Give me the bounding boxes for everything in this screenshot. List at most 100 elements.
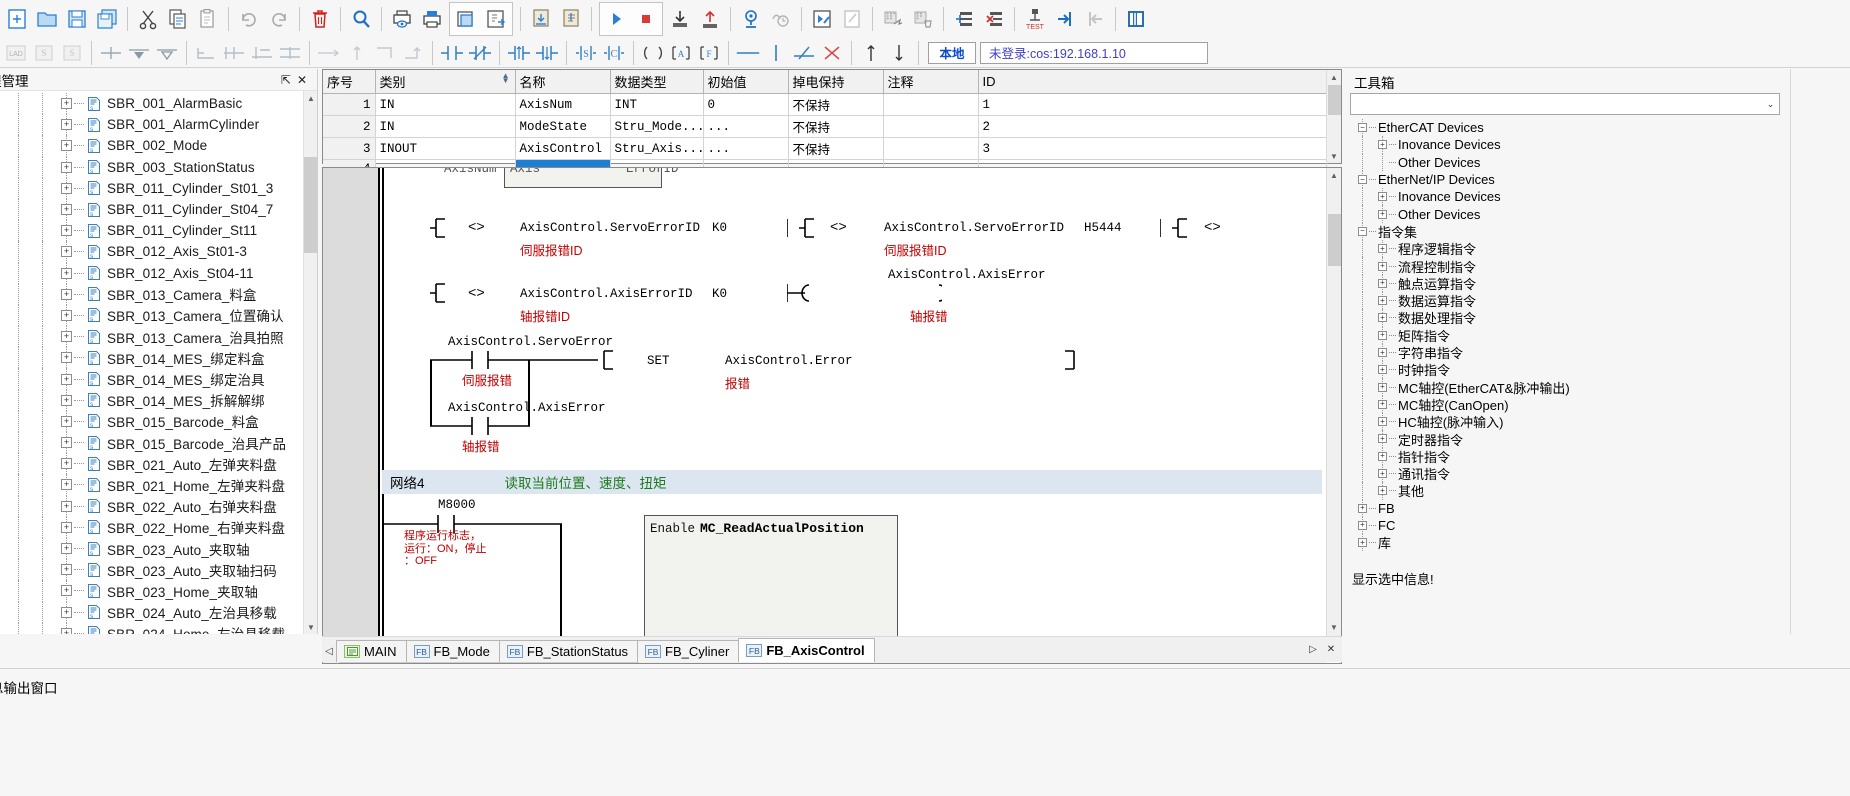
toolbox-tree-item[interactable]: + MC轴控(CanOpen)	[1350, 395, 1780, 414]
project-tree-item[interactable]: + s SBR_012_Axis_St01-3	[0, 241, 317, 263]
toolbox-tree-item[interactable]: + 定时器指令	[1350, 430, 1780, 448]
expand-icon[interactable]: +	[61, 543, 72, 555]
lad-mode-icon[interactable]: LAD	[2, 40, 30, 66]
new-file-icon[interactable]	[2, 3, 32, 35]
datatype-cell[interactable]: INT	[610, 93, 704, 116]
variable-table-column-header[interactable]: 数据类型	[610, 70, 704, 94]
variable-table-column-header[interactable]: ID	[978, 70, 1327, 94]
project-tree-item[interactable]: + s SBR_021_Auto_左弹夹料盘	[0, 453, 317, 475]
toolbox-tree-item[interactable]: + 库	[1350, 534, 1780, 552]
project-tree-item[interactable]: + s SBR_023_Auto_夹取轴扫码	[0, 559, 317, 581]
project-tree-item[interactable]: + s SBR_011_Cylinder_St01_3	[0, 177, 317, 199]
rung1-contact3-symbol[interactable]	[1160, 216, 1194, 240]
toolbox-tree-item[interactable]: + HC轴控(脉冲输入)	[1350, 413, 1780, 431]
save-all-icon[interactable]	[92, 3, 122, 35]
variable-table-scrollbar[interactable]: ▲ ▼	[1326, 70, 1341, 163]
datatype-cell[interactable]: Stru_Axis...	[610, 137, 704, 160]
close-icon[interactable]: ✕	[297, 73, 307, 87]
project-tree-item[interactable]: + s SBR_015_Barcode_料盒	[0, 410, 317, 432]
login-icon[interactable]	[1050, 3, 1080, 35]
project-tree-item[interactable]: + s SBR_021_Home_左弹夹料盘	[0, 474, 317, 496]
rung3-contact2-symbol[interactable]	[430, 415, 530, 437]
expand-icon[interactable]: +	[61, 161, 72, 173]
project-tree-item[interactable]: + s SBR_022_Home_右弹夹料盘	[0, 516, 317, 538]
p-contact-icon[interactable]	[505, 40, 533, 66]
name-cell[interactable]: ModeState	[515, 115, 611, 138]
expand-icon[interactable]: +	[1378, 244, 1387, 254]
a-coil-icon[interactable]: A	[667, 40, 695, 66]
id-cell[interactable]: 1	[978, 93, 1327, 116]
debug-run-icon[interactable]	[807, 3, 837, 35]
collapse-icon[interactable]: −	[1358, 175, 1367, 185]
chevron-down-icon[interactable]: ⌄	[1762, 94, 1779, 114]
project-tree-item[interactable]: + s SBR_001_AlarmCylinder	[0, 114, 317, 136]
output-coil-icon[interactable]	[639, 40, 667, 66]
vert-line-icon[interactable]	[343, 40, 371, 66]
rung2-contact1-symbol[interactable]	[430, 281, 450, 305]
toolbox-tree-item[interactable]: + 数据运算指令	[1350, 291, 1780, 310]
project-tree-item[interactable]: + s SBR_012_Axis_St04-11	[0, 262, 317, 284]
rung3-contact1-symbol[interactable]	[430, 349, 530, 371]
line-delete2-icon[interactable]	[399, 40, 427, 66]
project-tree-item[interactable]: + s SBR_024_Home_左治具移载	[0, 622, 317, 634]
monitor-icon[interactable]	[736, 3, 766, 35]
variable-table-column-header[interactable]: 初始值	[703, 70, 789, 94]
name-cell[interactable]: AxisControl	[515, 137, 611, 160]
expand-icon[interactable]: +	[1378, 434, 1387, 444]
variable-table-row[interactable]: 2 IN ModeState Stru_Mode...... 不保持 2	[323, 115, 1327, 138]
rising-edge-icon[interactable]	[153, 40, 181, 66]
project-tree-item[interactable]: + s SBR_013_Camera_料盒	[0, 283, 317, 305]
upload-icon[interactable]	[556, 3, 586, 35]
print-icon[interactable]	[417, 3, 447, 35]
scroll-up-icon[interactable]: ▲	[1327, 168, 1341, 182]
rung1-value2[interactable]: H5444	[1084, 221, 1122, 235]
expand-icon[interactable]: +	[61, 288, 72, 300]
comment-cell[interactable]	[883, 93, 979, 116]
toolbox-tree-item[interactable]: + Inovance Devices	[1350, 188, 1780, 206]
datatype-cell[interactable]: Stru_Mode...	[610, 115, 704, 138]
horiz-line-icon[interactable]	[315, 40, 343, 66]
paste-icon[interactable]	[193, 3, 223, 35]
editor-tab[interactable]: FB FB_AxisControl	[738, 638, 875, 662]
rung2-coil-symbol[interactable]	[787, 281, 942, 305]
variable-table-column-header[interactable]: 掉电保持	[788, 70, 884, 94]
expand-icon[interactable]: +	[61, 415, 72, 427]
expand-icon[interactable]: +	[61, 267, 72, 279]
print-preview-icon[interactable]	[387, 3, 417, 35]
expand-icon[interactable]: +	[1378, 365, 1387, 375]
variable-table-column-header[interactable]: 序号	[323, 70, 376, 94]
branch-split-icon[interactable]	[276, 40, 304, 66]
expand-icon[interactable]: +	[1378, 417, 1387, 427]
project-tree-item[interactable]: + s SBR_001_AlarmBasic	[0, 93, 317, 115]
open-folder-icon[interactable]	[32, 3, 62, 35]
project-tree-item[interactable]: + s SBR_002_Mode	[0, 135, 317, 157]
branch-merge-icon[interactable]	[248, 40, 276, 66]
scroll-thumb[interactable]	[1328, 85, 1341, 115]
expand-icon[interactable]: +	[61, 437, 72, 449]
expand-icon[interactable]: +	[61, 140, 72, 152]
remove-row-icon[interactable]	[979, 3, 1009, 35]
expand-icon[interactable]: +	[61, 521, 72, 533]
rung3-target[interactable]: AxisControl.Error	[725, 354, 853, 368]
expand-icon[interactable]: +	[61, 182, 72, 194]
ladder-editor[interactable]: AxisNum Axis ErrorID <> AxisControl.Serv…	[322, 167, 1342, 664]
category-cell[interactable]: INOUT	[375, 137, 516, 160]
coil-icon[interactable]	[97, 40, 125, 66]
toolbox-tree-item[interactable]: + 通讯指令	[1350, 464, 1780, 483]
tab-close-icon[interactable]: ✕	[1324, 638, 1338, 660]
expand-icon[interactable]: +	[1378, 451, 1387, 461]
toolbox-tree-item[interactable]: + 矩阵指令	[1350, 326, 1780, 344]
project-tree-scrollbar[interactable]: ▲ ▼	[303, 91, 317, 634]
scroll-thumb[interactable]	[304, 157, 317, 253]
comment-cell[interactable]	[883, 137, 979, 160]
expand-icon[interactable]: +	[1378, 382, 1387, 392]
download-icon[interactable]	[526, 3, 556, 35]
compile-all-icon[interactable]	[481, 3, 511, 35]
project-tree-item[interactable]: + s SBR_023_Home_夹取轴	[0, 580, 317, 602]
variable-table-column-header[interactable]: 注释	[883, 70, 979, 94]
connection-mode-field[interactable]: 本地	[928, 41, 976, 64]
expand-icon[interactable]: +	[61, 606, 72, 618]
undo-icon[interactable]	[234, 3, 264, 35]
branch-down-icon[interactable]	[220, 40, 248, 66]
expand-icon[interactable]: +	[1378, 313, 1387, 323]
